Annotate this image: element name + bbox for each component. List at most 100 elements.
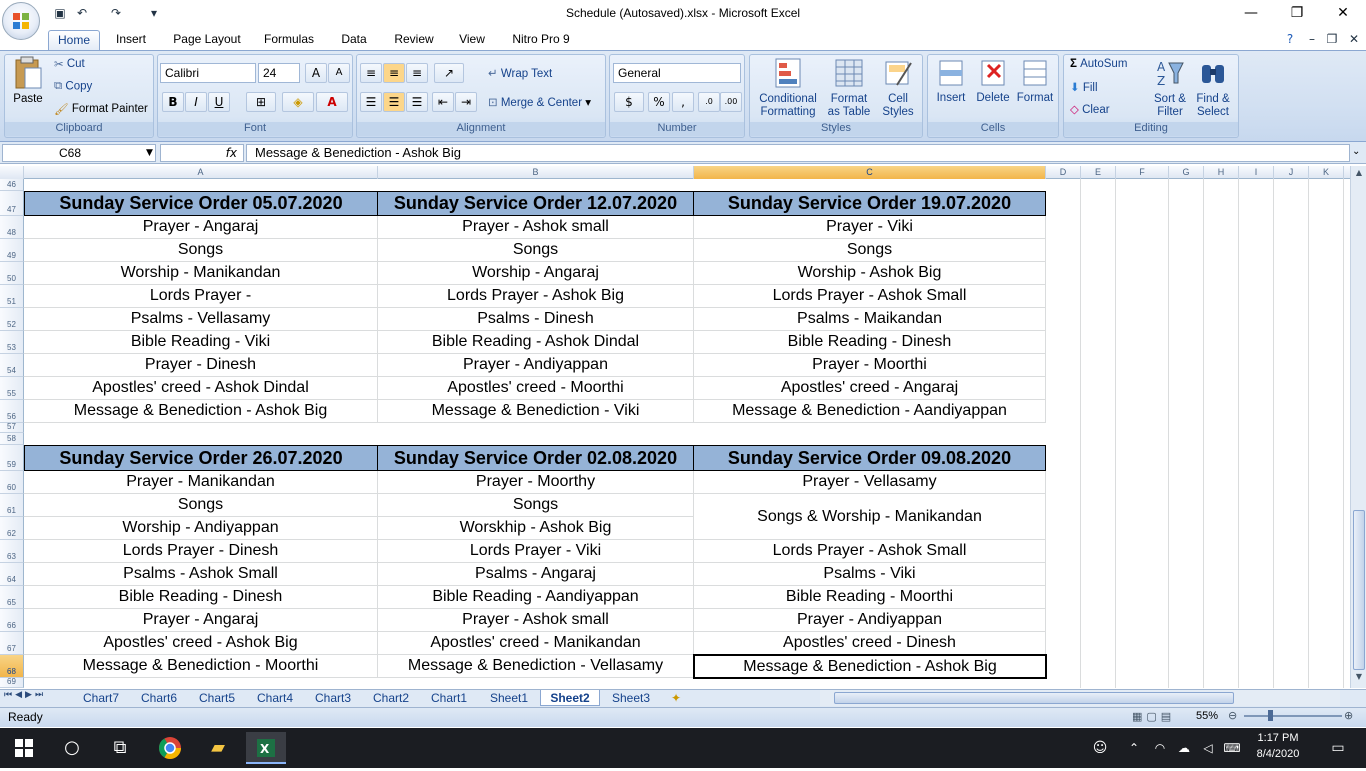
schedule-cell[interactable]: Psalms - Angaraj (378, 563, 694, 586)
decrease-indent-icon[interactable]: ⇤ (432, 92, 454, 112)
bold-button[interactable]: B (162, 92, 184, 112)
schedule-cell[interactable]: Prayer - Ashok small (378, 216, 694, 239)
excel-taskbar-icon[interactable]: X (246, 732, 286, 764)
save-icon[interactable]: ▣ (52, 5, 68, 21)
merge-center-button[interactable]: ⊡ Merge & Center ▾ (488, 95, 591, 109)
help-icon[interactable]: ? (1282, 31, 1298, 47)
wrap-text-button[interactable]: ↵ Wrap Text (488, 66, 552, 80)
schedule-cell[interactable]: Prayer - Moorthi (694, 354, 1046, 377)
undo-icon[interactable]: ↶ (74, 5, 90, 21)
schedule-cell[interactable]: Lords Prayer - Dinesh (24, 540, 378, 563)
schedule-cell[interactable]: Prayer - Angaraj (24, 216, 378, 239)
clear-button[interactable]: ◇ Clear (1070, 102, 1110, 116)
align-left-icon[interactable]: ☰ (360, 92, 382, 112)
copy-button[interactable]: ⧉ Copy (54, 80, 92, 93)
schedule-cell[interactable]: Worship - Andiyappan (24, 517, 378, 540)
sheet-tab[interactable]: Sheet1 (480, 690, 538, 706)
tab-formulas[interactable]: Formulas (258, 30, 320, 50)
align-center-icon[interactable]: ☰ (383, 92, 405, 112)
borders-icon[interactable]: ⊞ (246, 92, 276, 112)
row-header[interactable]: 46 (0, 179, 24, 191)
sheet-tab[interactable]: Chart1 (422, 690, 476, 706)
row-header[interactable]: 57 (0, 422, 24, 433)
file-explorer-icon[interactable]: ▰ (198, 732, 238, 764)
currency-button[interactable]: $ (614, 92, 644, 112)
row-header[interactable]: 51 (0, 285, 24, 308)
format-painter-button[interactable]: 🖌 Format Painter (54, 102, 148, 116)
zoom-out-icon[interactable]: ⊖ (1228, 709, 1237, 722)
tab-home[interactable]: Home (48, 30, 100, 50)
schedule-cell[interactable]: Worship - Manikandan (24, 262, 378, 285)
align-middle-icon[interactable]: ≡ (383, 63, 405, 83)
row-header[interactable]: 53 (0, 331, 24, 354)
col-header-b[interactable]: B (378, 166, 694, 179)
cell-styles-button[interactable]: Cell Styles (876, 57, 920, 119)
col-header-c[interactable]: C (694, 166, 1046, 179)
paste-button[interactable]: Paste (8, 56, 48, 105)
row-header[interactable]: 49 (0, 239, 24, 262)
schedule-cell[interactable]: Songs (378, 239, 694, 262)
schedule-cell[interactable]: Message & Benediction - Viki (378, 400, 694, 423)
schedule-cell[interactable]: Lords Prayer - Viki (378, 540, 694, 563)
schedule-cell[interactable]: Lords Prayer - (24, 285, 378, 308)
increase-indent-icon[interactable]: ⇥ (455, 92, 477, 112)
row-header[interactable]: 58 (0, 433, 24, 445)
shrink-font-button[interactable]: A (328, 63, 350, 83)
service-header-cell[interactable]: Sunday Service Order 26.07.2020 (24, 445, 378, 471)
fill-color-icon[interactable]: ◈ (282, 92, 314, 112)
task-view-icon[interactable]: ⧉ (100, 732, 140, 764)
schedule-cell[interactable]: Bible Reading - Aandiyappan (378, 586, 694, 609)
row-header[interactable]: 59 (0, 445, 24, 471)
schedule-cell[interactable]: Songs (378, 494, 694, 517)
schedule-cell[interactable]: Bible Reading - Dinesh (24, 586, 378, 609)
row-header[interactable]: 65 (0, 586, 24, 609)
font-color-icon[interactable]: A (316, 92, 348, 112)
decrease-decimal-icon[interactable]: .00 (720, 92, 742, 112)
select-all-corner[interactable] (0, 166, 24, 179)
view-buttons-icon[interactable]: ▦▢▤ (1132, 710, 1175, 723)
row-header[interactable]: 62 (0, 517, 24, 540)
row-header[interactable]: 48 (0, 216, 24, 239)
row-header[interactable]: 64 (0, 563, 24, 586)
schedule-cell[interactable]: Bible Reading - Ashok Dindal (378, 331, 694, 354)
formula-input[interactable]: Message & Benediction - Ashok Big (246, 144, 1350, 162)
schedule-cell[interactable]: Worship - Ashok Big (694, 262, 1046, 285)
ribbon-restore-icon[interactable]: ❐ (1324, 31, 1340, 47)
row-header[interactable]: 47 (0, 191, 24, 216)
schedule-cell-merged[interactable]: Songs & Worship - Manikandan (694, 494, 1046, 540)
col-header-i[interactable]: I (1239, 166, 1274, 179)
col-header-k[interactable]: K (1309, 166, 1344, 179)
schedule-cell[interactable]: Psalms - Ashok Small (24, 563, 378, 586)
ribbon-minimize-icon[interactable]: – (1304, 31, 1320, 47)
vertical-scrollbar[interactable]: ▲ ▼ (1350, 166, 1366, 688)
find-select-button[interactable]: Find & Select (1192, 57, 1234, 119)
align-bottom-icon[interactable]: ≡ (406, 63, 428, 83)
schedule-cell[interactable]: Psalms - Dinesh (378, 308, 694, 331)
sheet-nav-icon[interactable]: ⏮◀▶⏭ (4, 690, 46, 700)
comma-button[interactable]: , (672, 92, 694, 112)
sort-filter-button[interactable]: AZ Sort & Filter (1150, 57, 1190, 119)
chrome-icon[interactable] (150, 732, 190, 764)
schedule-cell[interactable]: Lords Prayer - Ashok Small (694, 285, 1046, 308)
row-header[interactable]: 66 (0, 609, 24, 632)
row-header[interactable]: 54 (0, 354, 24, 377)
customize-qat-icon[interactable]: ▾ (146, 5, 162, 21)
ribbon-close-icon[interactable]: ✕ (1346, 31, 1362, 47)
schedule-cell[interactable]: Message & Benediction - Vellasamy (378, 655, 694, 678)
zoom-thumb[interactable] (1268, 710, 1273, 721)
tab-data[interactable]: Data (332, 30, 376, 50)
scroll-thumb[interactable] (1353, 510, 1365, 670)
schedule-cell[interactable]: Prayer - Manikandan (24, 471, 378, 494)
schedule-cell[interactable]: Lords Prayer - Ashok Small (694, 540, 1046, 563)
row-header[interactable]: 67 (0, 632, 24, 655)
service-header-cell[interactable]: Sunday Service Order 05.07.2020 (24, 191, 378, 216)
italic-button[interactable]: I (185, 92, 207, 112)
schedule-cell[interactable]: Worskhip - Ashok Big (378, 517, 694, 540)
col-header-f[interactable]: F (1116, 166, 1169, 179)
align-right-icon[interactable]: ☰ (406, 92, 428, 112)
schedule-cell[interactable]: Prayer - Angaraj (24, 609, 378, 632)
close-button[interactable]: ✕ (1320, 0, 1366, 28)
col-header-g[interactable]: G (1169, 166, 1204, 179)
notifications-icon[interactable]: ▭ (1318, 732, 1358, 764)
col-header-e[interactable]: E (1081, 166, 1116, 179)
